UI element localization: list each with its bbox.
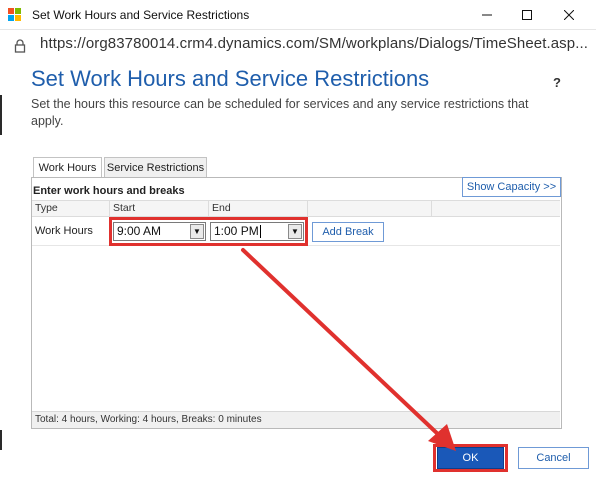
- minimize-icon[interactable]: [472, 4, 502, 26]
- tab-work-hours[interactable]: Work Hours: [33, 157, 102, 178]
- dialog-title: Set Work Hours and Service Restrictions: [31, 66, 430, 91]
- microsoft-logo-icon: [8, 8, 22, 22]
- url-text[interactable]: https://org83780014.crm4.dynamics.com/SM…: [40, 35, 588, 52]
- grid-caption: Enter work hours and breaks: [33, 185, 185, 197]
- dialog-description: Set the hours this resource can be sched…: [31, 97, 529, 128]
- column-header-empty: [432, 201, 560, 216]
- column-header-empty: [308, 201, 432, 216]
- address-bar[interactable]: https://org83780014.crm4.dynamics.com/SM…: [0, 30, 596, 60]
- column-header-end[interactable]: End: [209, 201, 308, 216]
- annotation-highlight-ok: [433, 444, 508, 472]
- window-edge: [0, 95, 2, 135]
- cancel-button[interactable]: Cancel: [518, 447, 589, 469]
- column-header-type[interactable]: Type: [32, 201, 110, 216]
- add-break-button[interactable]: Add Break: [312, 222, 384, 242]
- window-edge: [0, 430, 2, 450]
- maximize-icon[interactable]: [512, 4, 542, 26]
- column-header-start[interactable]: Start: [110, 201, 209, 216]
- totals-status: Total: 4 hours, Working: 4 hours, Breaks…: [32, 411, 560, 428]
- show-capacity-button[interactable]: Show Capacity >>: [462, 177, 561, 197]
- close-icon[interactable]: [554, 4, 584, 26]
- lock-icon: [14, 38, 26, 57]
- row-type-label: Work Hours: [35, 225, 93, 237]
- grid-header: Type Start End: [32, 200, 560, 217]
- annotation-highlight-times: [109, 217, 308, 246]
- window-titlebar: Set Work Hours and Service Restrictions: [0, 0, 596, 30]
- window-title: Set Work Hours and Service Restrictions: [32, 8, 250, 22]
- tab-service-restrictions[interactable]: Service Restrictions: [104, 157, 207, 177]
- help-icon[interactable]: ?: [553, 75, 561, 90]
